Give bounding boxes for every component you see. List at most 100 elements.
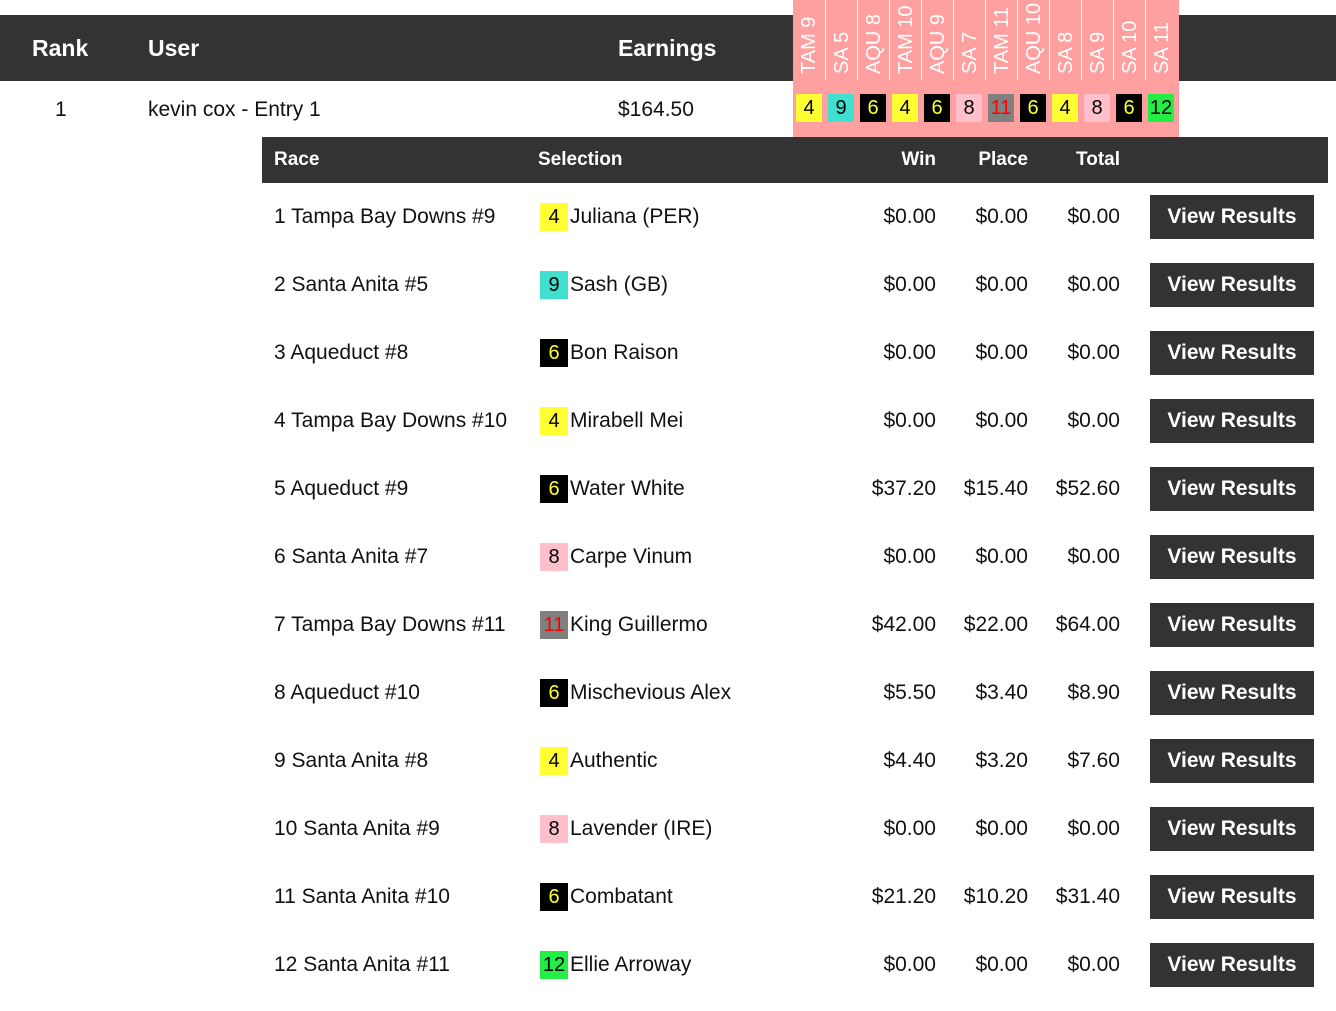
rank-column-header[interactable]: Rank <box>32 15 88 81</box>
total-amount: $0.00 <box>1067 409 1120 432</box>
horse-name: Bon Raison <box>570 341 679 364</box>
table-row: 7 Tampa Bay Downs #11 11 King Guillermo $42… <box>262 603 1328 671</box>
win-amount: $0.00 <box>883 341 936 364</box>
total-amount: $31.40 <box>1055 885 1120 908</box>
total-column-header: Total <box>1076 149 1120 170</box>
earnings-column-header[interactable]: Earnings <box>618 15 716 81</box>
view-results-button[interactable]: View Results <box>1150 807 1314 851</box>
view-results-button[interactable]: View Results <box>1150 399 1314 443</box>
table-row: 9 Santa Anita #8 4 Authentic $4.40 $3.20 $7.6… <box>262 739 1328 807</box>
pick-number-cell: 9 <box>828 94 854 122</box>
race-label: SA 7 <box>958 31 981 74</box>
post-number-badge: 9 <box>540 271 568 299</box>
user-column-header[interactable]: User <box>148 15 199 81</box>
horse-name: King Guillermo <box>570 613 708 636</box>
post-number-badge: 4 <box>540 407 568 435</box>
horse-name: Ellie Arroway <box>570 953 692 976</box>
horse-name: Lavender (IRE) <box>570 817 713 840</box>
pick-number-cell: 12 <box>1148 94 1174 122</box>
win-amount: $42.00 <box>871 613 936 636</box>
pick-number-cell: 8 <box>1084 94 1110 122</box>
detail-table-header: Race Selection Win Place Total <box>262 137 1328 183</box>
table-row: 4 Tampa Bay Downs #10 4 Mirabell Mei $0.00 $… <box>262 399 1328 467</box>
post-number-badge: 12 <box>540 951 568 979</box>
race-name: 5 Aqueduct #9 <box>274 477 409 500</box>
leader-rank: 1 <box>55 98 67 121</box>
race-column-label: AQU 9 <box>921 0 953 80</box>
view-results-button[interactable]: View Results <box>1150 875 1314 919</box>
view-results-button[interactable]: View Results <box>1150 331 1314 375</box>
place-amount: $22.00 <box>963 613 1028 636</box>
total-amount: $7.60 <box>1067 749 1120 772</box>
race-column-label: SA 5 <box>825 0 857 80</box>
pick-number-cell: 4 <box>796 94 822 122</box>
view-results-button[interactable]: View Results <box>1150 671 1314 715</box>
race-label: SA 5 <box>830 31 853 74</box>
place-amount: $0.00 <box>975 409 1028 432</box>
view-results-button[interactable]: View Results <box>1150 535 1314 579</box>
place-amount: $0.00 <box>975 273 1028 296</box>
table-row: 6 Santa Anita #7 8 Carpe Vinum $0.00 $0.00 $0… <box>262 535 1328 603</box>
horse-name: Sash (GB) <box>570 273 669 296</box>
view-results-button[interactable]: View Results <box>1150 195 1314 239</box>
race-column-label: SA 7 <box>953 0 985 80</box>
win-amount: $21.20 <box>871 885 936 908</box>
race-label: AQU 9 <box>926 13 949 74</box>
win-column-header: Win <box>901 149 936 170</box>
race-name: 6 Santa Anita #7 <box>274 545 429 568</box>
post-number-badge: 4 <box>540 747 568 775</box>
horse-name: Carpe Vinum <box>570 545 693 568</box>
view-results-button[interactable]: View Results <box>1150 467 1314 511</box>
post-number-badge: 6 <box>540 679 568 707</box>
win-amount: $4.40 <box>883 749 936 772</box>
place-column-header: Place <box>978 149 1028 170</box>
race-column-label: SA 8 <box>1049 0 1081 80</box>
race-column-label: SA 11 <box>1145 0 1177 80</box>
table-row: 1 Tampa Bay Downs #9 4 Juliana (PER) $0.00 $… <box>262 195 1328 263</box>
place-amount: $0.00 <box>975 953 1028 976</box>
table-row: 2 Santa Anita #5 9 Sash (GB) $0.00 $0.00 $0.0… <box>262 263 1328 331</box>
win-amount: $0.00 <box>883 273 936 296</box>
place-amount: $3.20 <box>975 749 1028 772</box>
leader-earnings: $164.50 <box>618 98 694 121</box>
place-amount: $0.00 <box>975 341 1028 364</box>
view-results-button[interactable]: View Results <box>1150 603 1314 647</box>
race-column-label: SA 9 <box>1081 0 1113 80</box>
view-results-button[interactable]: View Results <box>1150 943 1314 987</box>
win-amount: $5.50 <box>883 681 936 704</box>
race-label: TAM 9 <box>798 16 820 74</box>
pick-number-cell: 4 <box>892 94 918 122</box>
race-column-label: AQU 8 <box>857 0 889 80</box>
total-amount: $0.00 <box>1067 817 1120 840</box>
post-number-badge: 8 <box>540 543 568 571</box>
horse-name: Combatant <box>570 885 673 908</box>
leaderboard-page: Rank User Earnings TAM 9 4 SA 5 9 AQU 8 6 TAM … <box>0 0 1336 995</box>
leader-user[interactable]: kevin cox - Entry 1 <box>148 96 321 124</box>
table-row: 5 Aqueduct #9 6 Water White $37.20 $15.40 $52… <box>262 467 1328 535</box>
post-number-badge: 6 <box>540 475 568 503</box>
race-picks-strip: TAM 9 4 SA 5 9 AQU 8 6 TAM 10 4 AQU 9 6 SA 7 8 TAM 1… <box>793 0 1179 137</box>
horse-name: Mirabell Mei <box>570 409 684 432</box>
race-name: 9 Santa Anita #8 <box>274 749 429 772</box>
place-amount: $3.40 <box>975 681 1028 704</box>
pick-number-cell: 6 <box>924 94 950 122</box>
view-results-button[interactable]: View Results <box>1150 263 1314 307</box>
race-name: 11 Santa Anita #10 <box>274 885 450 908</box>
place-amount: $15.40 <box>963 477 1028 500</box>
pick-number-cell: 6 <box>1116 94 1142 122</box>
race-column-label: SA 10 <box>1113 0 1145 80</box>
horse-name: Juliana (PER) <box>570 205 700 228</box>
horse-name: Water White <box>570 477 685 500</box>
race-column-label: TAM 11 <box>985 0 1017 80</box>
total-amount: $0.00 <box>1067 205 1120 228</box>
total-amount: $8.90 <box>1067 681 1120 704</box>
post-number-badge: 4 <box>540 203 568 231</box>
race-label: SA 10 <box>1118 20 1141 74</box>
selection-column-header: Selection <box>538 149 623 170</box>
view-results-button[interactable]: View Results <box>1150 739 1314 783</box>
total-amount: $64.00 <box>1055 613 1120 636</box>
pick-number-cell: 4 <box>1052 94 1078 122</box>
table-row: 3 Aqueduct #8 6 Bon Raison $0.00 $0.00 $0.00 V… <box>262 331 1328 399</box>
race-label: AQU 8 <box>862 13 885 74</box>
win-amount: $0.00 <box>883 545 936 568</box>
